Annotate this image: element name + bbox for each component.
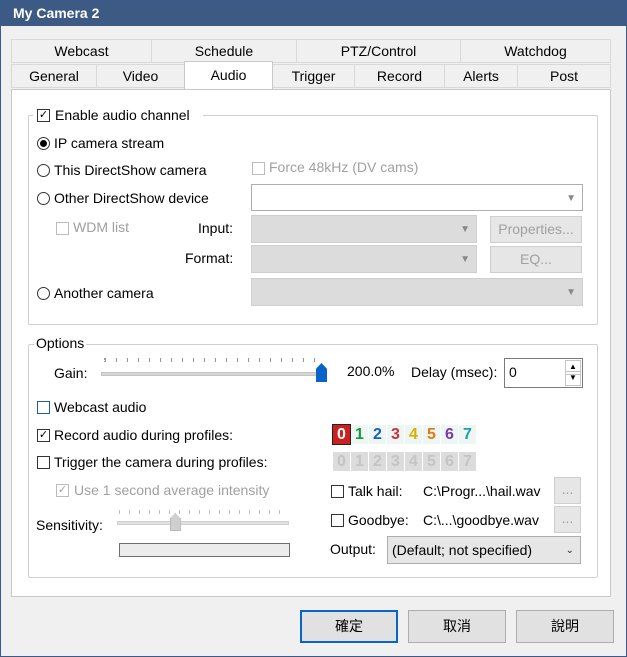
profile-6-toggle[interactable]: 6 (441, 425, 458, 444)
use-average-checkbox[interactable]: ✓ (56, 484, 69, 497)
delay-label: Delay (msec): (411, 364, 498, 380)
tab-row-upper: Webcast Schedule PTZ/Control Watchdog (11, 39, 611, 63)
gain-slider-ticks (104, 358, 325, 362)
record-profiles-selector[interactable]: 01234567 (332, 424, 477, 445)
profile-3-toggle[interactable]: 3 (387, 452, 404, 471)
tab-audio[interactable]: Audio (184, 61, 273, 89)
record-audio-label: Record audio during profiles: (54, 427, 233, 443)
profile-0-toggle[interactable]: 0 (332, 424, 351, 445)
force-48khz-checkbox[interactable] (252, 162, 265, 175)
other-directshow-radio[interactable] (37, 192, 50, 205)
profile-7-toggle[interactable]: 7 (459, 425, 476, 444)
eq-button[interactable]: EQ... (490, 246, 582, 273)
profile-5-toggle[interactable]: 5 (423, 425, 440, 444)
enable-audio-checkbox[interactable]: ✓ (37, 109, 50, 122)
force-48khz-label: Force 48kHz (DV cams) (269, 159, 419, 175)
sensitivity-slider-track[interactable] (117, 521, 289, 525)
profile-6-toggle[interactable]: 6 (441, 452, 458, 471)
ok-button[interactable]: 確定 (300, 610, 398, 643)
tab-alerts[interactable]: Alerts (444, 64, 518, 88)
chevron-down-icon: ▼ (566, 287, 576, 298)
goodbye-label: Goodbye: (348, 512, 409, 528)
use-average-label: Use 1 second average intensity (74, 482, 270, 498)
tab-video[interactable]: Video (96, 64, 185, 88)
this-directshow-label: This DirectShow camera (54, 162, 207, 178)
profile-7-toggle[interactable]: 7 (459, 452, 476, 471)
output-select[interactable]: (Default; not specified) ⌄ (387, 536, 581, 564)
talk-hail-checkbox[interactable] (331, 485, 344, 498)
record-audio-checkbox[interactable]: ✓ (37, 429, 50, 442)
goodbye-browse-button[interactable]: ... (554, 506, 581, 533)
enable-audio-row: ✓ Enable audio channel (33, 105, 203, 125)
help-button[interactable]: 說明 (516, 610, 614, 643)
goodbye-checkbox[interactable] (331, 514, 344, 527)
enable-audio-label: Enable audio channel (55, 107, 190, 123)
chevron-down-icon: ▼ (566, 192, 576, 204)
talk-hail-path: C:\Progr...\hail.wav (423, 483, 541, 499)
tab-post[interactable]: Post (517, 64, 611, 88)
talk-hail-browse-button[interactable]: ... (554, 477, 581, 504)
format-select[interactable]: ▼ (251, 245, 477, 273)
chevron-down-icon: ▼ (460, 254, 470, 265)
trigger-camera-checkbox[interactable] (37, 456, 50, 469)
profile-1-toggle[interactable]: 1 (351, 452, 368, 471)
audio-level-meter (119, 543, 290, 557)
tab-ptz-control[interactable]: PTZ/Control (296, 39, 461, 63)
tab-row-lower: General Video Audio Trigger Record Alert… (11, 61, 611, 89)
ip-camera-stream-label: IP camera stream (54, 135, 165, 151)
tab-webcast[interactable]: Webcast (11, 39, 152, 63)
gain-slider-track[interactable] (101, 372, 327, 376)
input-select[interactable]: ▼ (251, 215, 477, 243)
delay-spinbox[interactable]: 0 ▲ ▼ (504, 358, 583, 388)
profile-3-toggle[interactable]: 3 (387, 425, 404, 444)
chevron-down-icon: ▼ (460, 224, 470, 235)
another-camera-radio[interactable] (37, 287, 50, 300)
input-label: Input: (198, 220, 234, 236)
profile-5-toggle[interactable]: 5 (423, 452, 440, 471)
spin-down-icon[interactable]: ▼ (565, 371, 581, 386)
profile-2-toggle[interactable]: 2 (369, 452, 386, 471)
goodbye-path: C:\...\goodbye.wav (423, 512, 539, 528)
webcast-audio-checkbox[interactable] (37, 401, 50, 414)
cancel-button[interactable]: 取消 (408, 610, 506, 643)
trigger-profiles-selector[interactable]: 01234567 (333, 452, 477, 471)
tab-watchdog[interactable]: Watchdog (460, 39, 611, 63)
wdm-list-checkbox[interactable] (56, 222, 69, 235)
gain-label: Gain: (54, 365, 88, 381)
ip-camera-stream-radio[interactable] (37, 137, 50, 150)
camera-properties-window: My Camera 2 Webcast Schedule PTZ/Control… (0, 0, 627, 657)
profile-0-toggle[interactable]: 0 (333, 452, 350, 471)
other-directshow-device-select[interactable]: ▼ (251, 184, 583, 211)
tab-trigger[interactable]: Trigger (272, 64, 355, 88)
properties-button[interactable]: Properties... (490, 216, 582, 243)
sensitivity-label: Sensitivity: (36, 517, 103, 533)
talk-hail-label: Talk hail: (348, 483, 403, 499)
gain-value: 200.0% (347, 363, 395, 379)
output-value: (Default; not specified) (392, 542, 533, 558)
window-title: My Camera 2 (1, 1, 626, 26)
chevron-down-icon: ⌄ (565, 545, 574, 556)
tab-general[interactable]: General (11, 64, 97, 88)
another-camera-select[interactable]: ▼ (251, 278, 583, 306)
webcast-audio-label: Webcast audio (54, 399, 147, 415)
profile-4-toggle[interactable]: 4 (405, 425, 422, 444)
profile-1-toggle[interactable]: 1 (351, 425, 368, 444)
format-label: Format: (185, 250, 234, 266)
wdm-list-label: WDM list (73, 219, 129, 235)
output-label: Output: (330, 541, 376, 557)
tab-schedule[interactable]: Schedule (151, 39, 297, 63)
profile-2-toggle[interactable]: 2 (369, 425, 386, 444)
profile-4-toggle[interactable]: 4 (405, 452, 422, 471)
other-directshow-label: Other DirectShow device (54, 190, 209, 206)
another-camera-label: Another camera (54, 285, 154, 301)
tab-record[interactable]: Record (354, 64, 445, 88)
options-legend: Options (34, 335, 87, 351)
delay-input[interactable]: 0 (509, 364, 517, 380)
trigger-camera-label: Trigger the camera during profiles: (54, 454, 268, 470)
this-directshow-radio[interactable] (37, 164, 50, 177)
sensitivity-ticks (119, 510, 287, 514)
